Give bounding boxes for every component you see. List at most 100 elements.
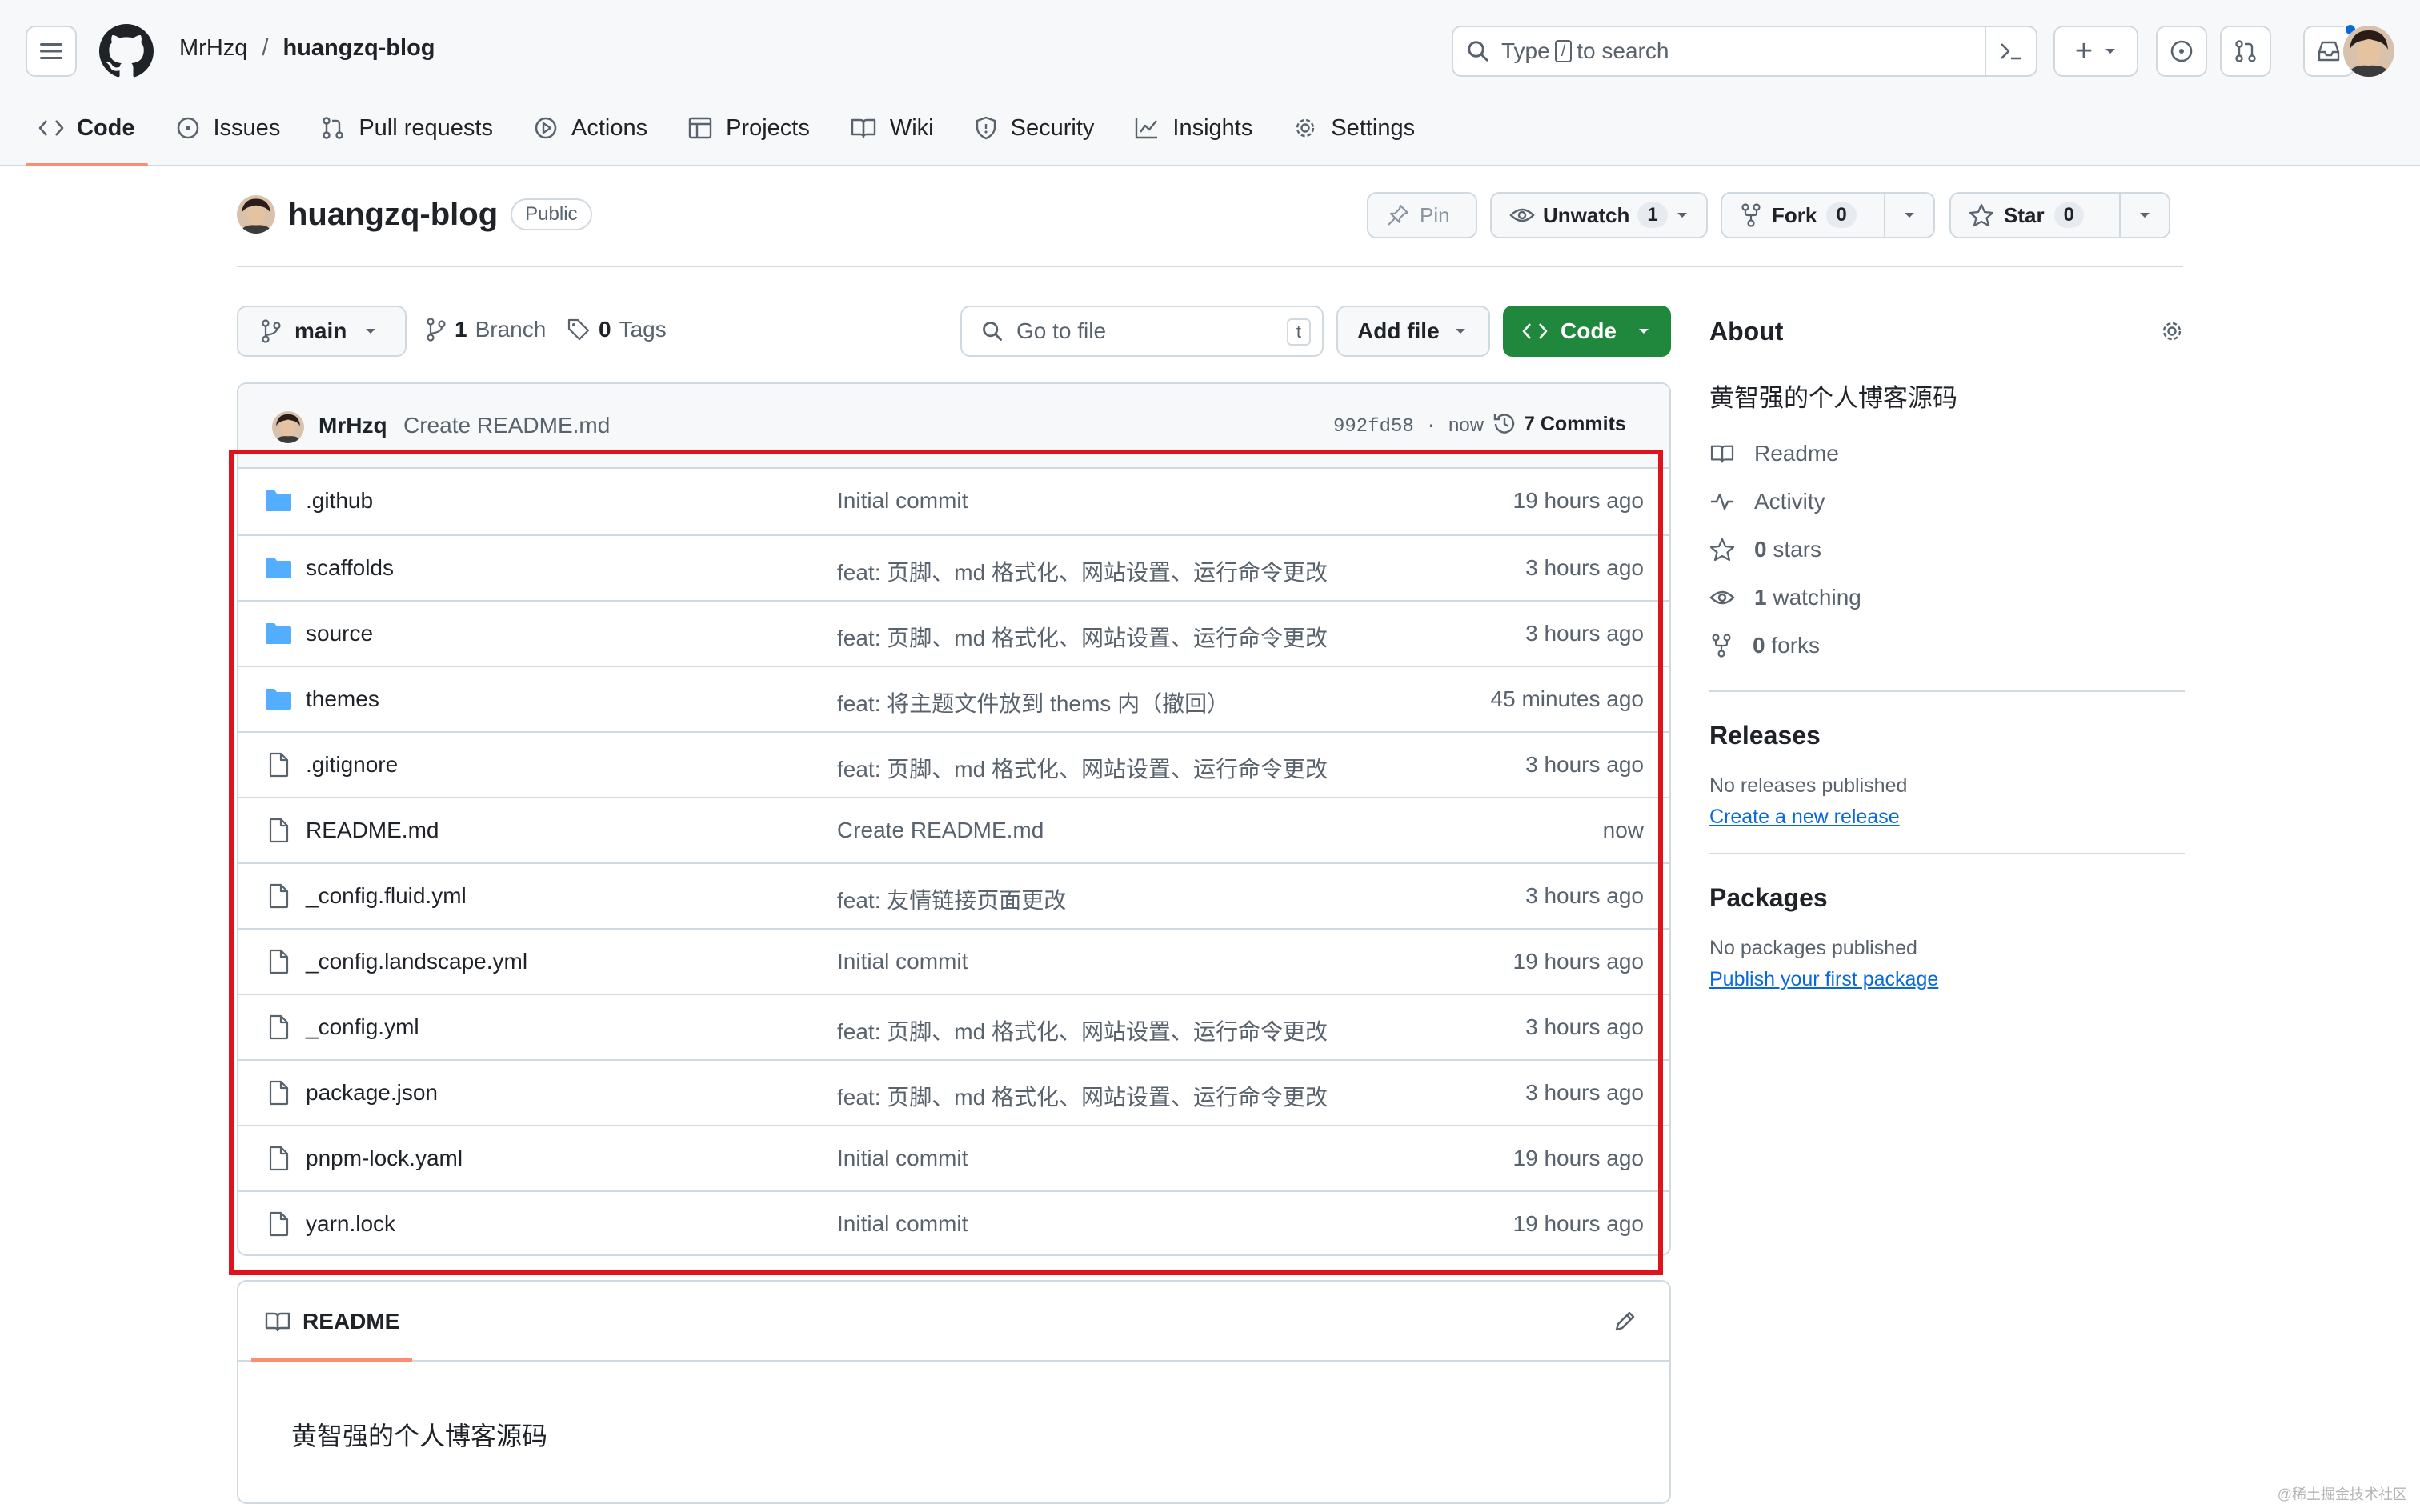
code-button[interactable]: Code [1503, 306, 1671, 357]
file-name[interactable]: themes [306, 686, 379, 712]
file-name[interactable]: yarn.lock [306, 1211, 395, 1237]
file-name[interactable]: pnpm-lock.yaml [306, 1146, 463, 1171]
pencil-icon[interactable] [1612, 1309, 1637, 1334]
file-row[interactable]: yarn.lock Initial commit 19 hours ago [238, 1190, 1669, 1254]
sidebar-item-activity[interactable]: Activity [1709, 489, 2185, 514]
file-row[interactable]: _config.fluid.yml feat: 友情链接页面更改 3 hours a… [238, 862, 1669, 928]
file-name[interactable]: scaffolds [306, 555, 394, 581]
packages-title[interactable]: Packages [1709, 883, 2185, 913]
star-dropdown[interactable] [2119, 194, 2169, 237]
file-icon [269, 1080, 289, 1106]
file-name[interactable]: _config.landscape.yml [306, 949, 527, 974]
file-row[interactable]: .github Initial commit 19 hours ago [238, 469, 1669, 534]
file-commit-message[interactable]: feat: 页脚、md 格式化、网站设置、运行命令更改 [837, 752, 1328, 784]
file-row[interactable]: _config.yml feat: 页脚、md 格式化、网站设置、运行命令更改 3 … [238, 994, 1669, 1059]
create-release-link[interactable]: Create a new release [1709, 806, 1900, 829]
tab-pull-requests[interactable]: Pull requests [307, 99, 506, 157]
commit-author-avatar[interactable] [272, 411, 304, 443]
file-name[interactable]: README.md [306, 818, 439, 843]
menu-button[interactable] [26, 26, 77, 77]
user-avatar[interactable] [2343, 26, 2394, 77]
sidebar-item-stars[interactable]: 0 stars [1709, 537, 2185, 562]
tab-label: Security [1010, 114, 1095, 141]
add-file-button[interactable]: Add file [1336, 306, 1490, 357]
commits-link[interactable]: 7 Commits [1492, 411, 1626, 437]
command-palette-button[interactable] [1985, 27, 2036, 75]
file-row[interactable]: scaffolds feat: 页脚、md 格式化、网站设置、运行命令更改 3 ho… [238, 534, 1669, 600]
tab-wiki[interactable]: Wiki [837, 99, 947, 157]
tab-actions[interactable]: Actions [520, 99, 660, 157]
file-row[interactable]: pnpm-lock.yaml Initial commit 19 hours ago [238, 1125, 1669, 1190]
commit-message[interactable]: Create README.md [403, 413, 610, 438]
commit-author[interactable]: MrHzq [319, 413, 387, 438]
repo-owner-avatar [237, 195, 275, 234]
file-commit-message[interactable]: feat: 页脚、md 格式化、网站设置、运行命令更改 [837, 621, 1328, 653]
fork-button[interactable]: Fork 0 [1721, 192, 1935, 238]
packages-empty-text: No packages published [1709, 937, 1917, 959]
tab-code[interactable]: Code [26, 99, 148, 166]
folder-icon [266, 558, 291, 578]
publish-package-link[interactable]: Publish your first package [1709, 968, 1938, 991]
tab-security[interactable]: Security [961, 99, 1108, 157]
repo-name[interactable]: huangzq-blog [288, 197, 498, 233]
file-commit-message[interactable]: feat: 页脚、md 格式化、网站设置、运行命令更改 [837, 1080, 1328, 1112]
pull-requests-button[interactable] [2220, 26, 2271, 77]
file-commit-message[interactable]: feat: 页脚、md 格式化、网站设置、运行命令更改 [837, 555, 1328, 587]
star-button[interactable]: Star 0 [1949, 192, 2170, 238]
tab-settings[interactable]: Settings [1280, 99, 1428, 157]
gear-icon[interactable] [2159, 318, 2185, 344]
file-commit-message[interactable]: Initial commit [837, 1211, 968, 1237]
tags-link[interactable]: 0 Tags [567, 317, 667, 342]
tab-issues[interactable]: Issues [162, 99, 294, 157]
file-commit-message[interactable]: Initial commit [837, 488, 968, 514]
pin-button[interactable]: Pin [1367, 192, 1477, 238]
fork-dropdown[interactable] [1884, 194, 1933, 237]
file-row[interactable]: .gitignore feat: 页脚、md 格式化、网站设置、运行命令更改 3 h… [238, 731, 1669, 797]
branches-link[interactable]: 1 Branch [426, 317, 546, 342]
file-name[interactable]: package.json [306, 1080, 438, 1106]
file-name[interactable]: source [306, 621, 373, 646]
readme-tab[interactable]: README [251, 1282, 413, 1362]
releases-title[interactable]: Releases [1709, 721, 2185, 750]
file-commit-message[interactable]: feat: 将主题文件放到 thems 内（撤回） [837, 686, 1229, 718]
file-row[interactable]: _config.landscape.yml Initial commit 19 ho… [238, 928, 1669, 994]
tab-projects[interactable]: Projects [675, 99, 823, 157]
file-row[interactable]: source feat: 页脚、md 格式化、网站设置、运行命令更改 3 hours… [238, 600, 1669, 666]
file-row[interactable]: README.md Create README.md now [238, 797, 1669, 862]
file-commit-time: 3 hours ago [1525, 621, 1644, 646]
file-commit-message[interactable]: Create README.md [837, 818, 1044, 843]
file-row[interactable]: package.json feat: 页脚、md 格式化、网站设置、运行命令更改 3… [238, 1059, 1669, 1125]
breadcrumb-owner[interactable]: MrHzq [179, 35, 247, 62]
pull-request-icon [323, 117, 344, 139]
book-icon [265, 1312, 290, 1332]
create-new-button[interactable]: + [2053, 26, 2138, 77]
pulse-icon [1711, 493, 1733, 510]
global-search-input[interactable]: Type / to search [1452, 26, 2037, 77]
commit-sha[interactable]: 992fd58 [1333, 416, 1414, 438]
sidebar-readme-label: Readme [1754, 441, 1839, 466]
file-name[interactable]: .github [306, 488, 373, 514]
file-commit-message[interactable]: feat: 友情链接页面更改 [837, 883, 1066, 915]
issues-button[interactable] [2156, 26, 2207, 77]
tab-insights[interactable]: Insights [1121, 99, 1265, 157]
file-name[interactable]: .gitignore [306, 752, 398, 778]
file-name[interactable]: _config.fluid.yml [306, 883, 467, 909]
tab-label: Wiki [889, 114, 934, 141]
fork-count: 0 [1826, 202, 1857, 228]
file-commit-message[interactable]: Initial commit [837, 1146, 968, 1171]
sidebar: About 黄智强的个人博客源码 Readme Activity 0 stars… [1709, 307, 2185, 991]
sidebar-item-forks[interactable]: 0 forks [1709, 633, 2185, 658]
github-logo-icon[interactable] [99, 24, 154, 78]
sidebar-item-watching[interactable]: 1 watching [1709, 585, 2185, 610]
sidebar-item-readme[interactable]: Readme [1709, 441, 2185, 466]
pull-request-icon [2235, 40, 2256, 62]
file-commit-message[interactable]: Initial commit [837, 949, 968, 974]
file-commit-message[interactable]: feat: 页脚、md 格式化、网站设置、运行命令更改 [837, 1014, 1328, 1046]
file-commit-time: 3 hours ago [1525, 555, 1644, 580]
branch-selector[interactable]: main [237, 306, 407, 357]
file-row[interactable]: themes feat: 将主题文件放到 thems 内（撤回） 45 minute… [238, 666, 1669, 731]
breadcrumb-repo[interactable]: huangzq-blog [282, 35, 435, 62]
unwatch-button[interactable]: Unwatch 1 [1490, 192, 1708, 238]
go-to-file-input[interactable]: Go to file t [960, 306, 1324, 357]
file-name[interactable]: _config.yml [306, 1014, 419, 1040]
